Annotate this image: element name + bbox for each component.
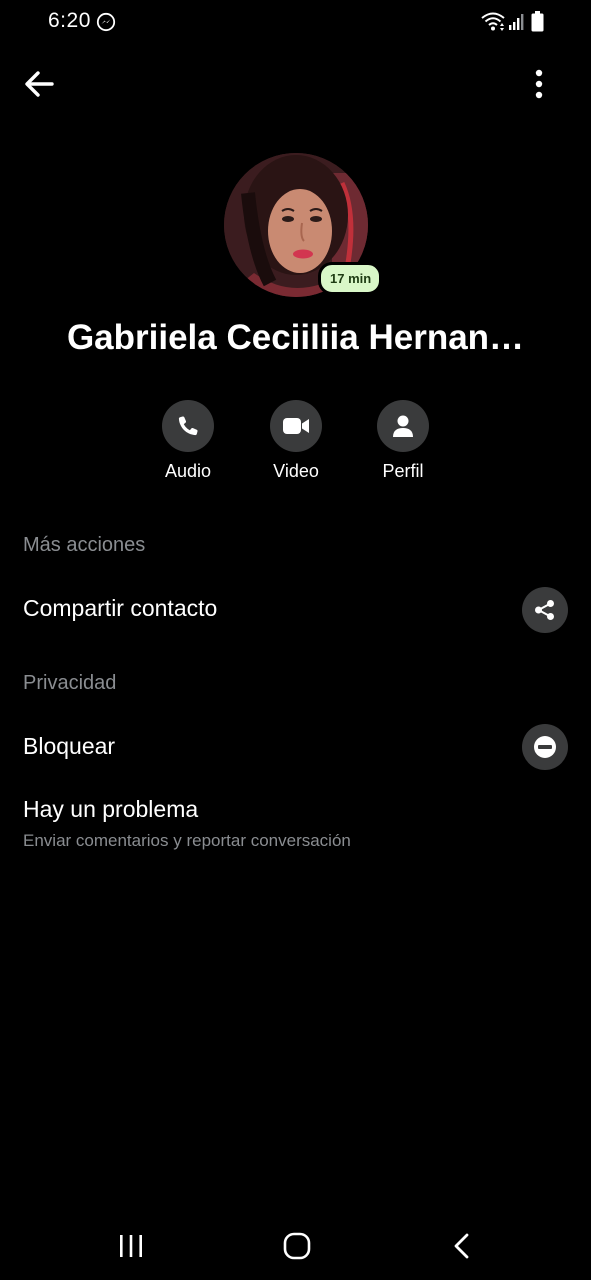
back-button[interactable] (18, 64, 62, 104)
signal-icon (508, 13, 524, 31)
phone-icon (178, 416, 198, 436)
audio-label: Audio (164, 461, 212, 481)
more-actions-header: Más acciones (23, 534, 146, 556)
report-problem-label: Hay un problema (23, 796, 199, 822)
contact-avatar[interactable]: 17 min (224, 153, 383, 297)
block-icon (534, 736, 556, 758)
back-chevron-icon (454, 1233, 469, 1259)
nav-recents-button[interactable] (118, 1234, 144, 1258)
more-vertical-icon (535, 69, 543, 99)
audio-call-button[interactable]: Audio (143, 400, 233, 482)
home-icon (283, 1232, 311, 1260)
video-call-button[interactable]: Video (251, 400, 341, 482)
active-status-badge: 17 min (318, 262, 383, 295)
video-call-circle[interactable] (270, 400, 322, 452)
back-arrow-icon (25, 71, 54, 97)
report-problem-row[interactable]: Hay un problema Enviar comentarios y rep… (0, 790, 591, 860)
share-icon-button[interactable] (522, 587, 568, 633)
privacy-header: Privacidad (23, 672, 117, 694)
share-icon (535, 600, 554, 620)
profile-circle[interactable] (377, 400, 429, 452)
audio-call-circle[interactable] (162, 400, 214, 452)
battery-icon (531, 11, 544, 32)
status-time: 6:20 (48, 9, 91, 32)
video-camera-icon (283, 418, 309, 434)
video-label: Video (273, 461, 319, 481)
block-icon-button[interactable] (522, 724, 568, 770)
recent-apps-icon (120, 1235, 142, 1257)
block-label: Bloquear (23, 733, 116, 759)
nav-back-button[interactable] (452, 1232, 472, 1260)
nav-home-button[interactable] (283, 1232, 311, 1260)
wifi-icon (481, 12, 505, 32)
contact-name: Gabriiela Ceciiliia Hernan… (66, 318, 525, 357)
report-problem-subtitle: Enviar comentarios y reportar conversaci… (23, 831, 351, 850)
person-icon (393, 415, 413, 437)
share-contact-row[interactable]: Compartir contacto (0, 585, 591, 635)
profile-label: Perfil (382, 461, 424, 481)
share-contact-label: Compartir contacto (23, 595, 218, 621)
messenger-notification-icon (96, 12, 116, 32)
block-row[interactable]: Bloquear (0, 723, 591, 773)
profile-button[interactable]: Perfil (358, 400, 448, 482)
more-options-button[interactable] (521, 62, 557, 106)
status-bar: 6:20 (0, 0, 591, 44)
